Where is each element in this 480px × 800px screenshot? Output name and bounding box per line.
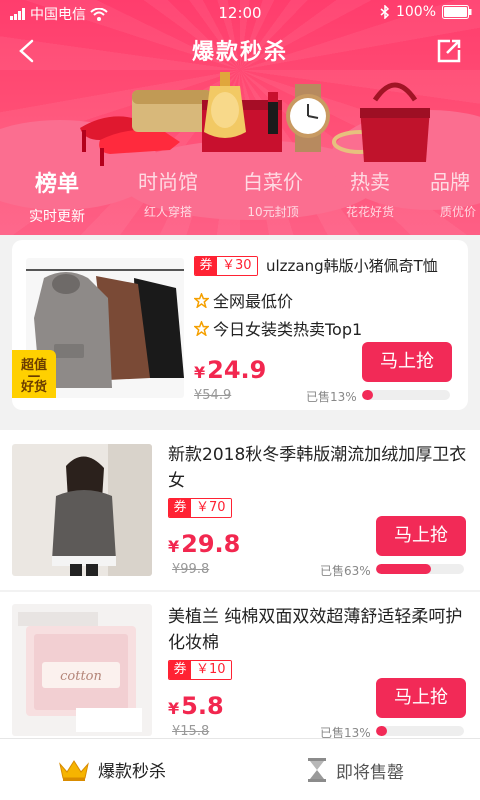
tab-ranking[interactable]: 榜单 实时更新	[12, 166, 102, 226]
currency-symbol: ¥	[168, 699, 180, 718]
bottom-tab-hot-deals[interactable]: 爆款秒杀	[58, 757, 166, 782]
tab-sub: 红人穿搭	[143, 205, 192, 219]
status-right: 100%	[380, 4, 472, 20]
coupon-tag: 券 ￥30	[194, 256, 258, 276]
coupon-value: ￥30	[217, 257, 257, 275]
share-button[interactable]	[436, 38, 462, 64]
lipstick-icon	[268, 92, 278, 134]
tab-sub: 质优价	[440, 205, 477, 219]
current-price: ¥24.9	[194, 356, 266, 384]
currency-symbol: ¥	[194, 363, 206, 382]
tab-label: 白菜价	[243, 170, 303, 194]
coupon-tag: 券 ￥10	[168, 660, 232, 680]
buy-now-button[interactable]: 马上抢	[376, 678, 466, 718]
share-icon	[437, 39, 461, 63]
sold-progress-bar	[376, 564, 464, 574]
bottom-tab-selling-out[interactable]: 即将售罄	[306, 757, 404, 783]
perfume-icon	[204, 72, 246, 138]
bottom-tab-bar: 爆款秒杀 即将售罄	[0, 738, 480, 800]
featured-product-card[interactable]: 超值 — 好货 券 ￥30 ulzzang韩版小猪佩奇T恤 全网最低价 今日女装…	[12, 240, 468, 410]
handbag-icon	[360, 82, 430, 162]
price-value: 24.9	[207, 356, 267, 384]
buy-now-button[interactable]: 马上抢	[362, 342, 452, 382]
original-price: ¥99.8	[172, 562, 210, 577]
page-title: 爆款秒杀	[191, 40, 288, 65]
tab-fashion[interactable]: 时尚馆 红人穿搭	[120, 166, 216, 220]
hoodie-model-photo	[12, 444, 152, 576]
tab-sub: 10元封顶	[247, 205, 299, 219]
battery-percent: 100%	[395, 4, 436, 20]
tab-sub: 实时更新	[29, 209, 85, 225]
feature-text: 全网最低价	[213, 292, 294, 311]
crown-icon	[59, 759, 89, 781]
cotton-label: cotton	[60, 669, 102, 684]
tab-label: 时尚馆	[138, 170, 198, 194]
coupon-label: 券	[169, 661, 191, 679]
feature-text: 今日女装类热卖Top1	[213, 320, 363, 339]
tab-label: 品牌	[430, 170, 470, 194]
cotton-pad-photo: cotton	[12, 604, 152, 736]
product-title: 美植兰 纯棉双面双效超薄舒适轻柔呵护化妆棉	[168, 607, 463, 653]
bluetooth-icon	[380, 5, 390, 19]
product-title: ulzzang韩版小猪佩奇T恤	[266, 257, 438, 275]
watch-icon	[286, 84, 330, 152]
star-icon	[194, 320, 209, 336]
gold-clutch-icon	[132, 90, 212, 132]
price-value: 29.8	[181, 530, 241, 558]
status-bar: 中国电信 12:00 100%	[0, 0, 480, 26]
tab-bargain[interactable]: 白菜价 10元封顶	[225, 166, 321, 220]
hourglass-icon	[308, 758, 326, 782]
current-price: ¥29.8	[168, 530, 240, 558]
coupon-label: 券	[195, 257, 217, 275]
coupon-label: 券	[169, 499, 191, 517]
category-tabs: 榜单 实时更新 时尚馆 红人穿搭 白菜价 10元封顶 热卖 花花好货 品牌 质优…	[0, 166, 480, 226]
value-badge: 超值 — 好货	[12, 350, 56, 398]
list-item[interactable]: 新款2018秋冬季韩版潮流加绒加厚卫衣女 券 ￥70 ¥29.8 ¥99.8 马…	[0, 430, 480, 590]
bottom-tab-label: 即将售罄	[336, 762, 404, 783]
list-item[interactable]: cotton 美植兰 纯棉双面双效超薄舒适轻柔呵护化妆棉 券 ￥10 ¥5.8 …	[0, 592, 480, 752]
sold-progress-fill	[376, 726, 388, 736]
banner-products-illustration	[80, 72, 430, 166]
tab-label: 热卖	[350, 170, 390, 194]
coupon-value: ￥10	[191, 661, 231, 679]
original-price: ¥54.9	[194, 388, 232, 403]
feature-line: 全网最低价	[194, 288, 293, 312]
buy-now-button[interactable]: 马上抢	[376, 516, 466, 556]
bottom-tab-label: 爆款秒杀	[98, 762, 166, 782]
product-image: cotton	[12, 604, 152, 736]
sold-percent: 已售13%	[306, 390, 357, 404]
tab-label: 榜单	[34, 172, 79, 197]
currency-symbol: ¥	[168, 537, 180, 556]
sold-progress-bar	[376, 726, 464, 736]
feature-line: 今日女装类热卖Top1	[194, 316, 362, 340]
tab-sub: 花花好货	[345, 205, 394, 219]
coupon-tag: 券 ￥70	[168, 498, 232, 518]
original-price: ¥15.8	[172, 724, 210, 739]
badge-line: 好货	[20, 380, 47, 395]
sold-percent: 已售63%	[320, 564, 371, 578]
star-icon	[194, 292, 209, 308]
tab-brand[interactable]: 品牌 质优价	[430, 166, 480, 220]
battery-icon	[442, 5, 472, 19]
coupon-value: ￥70	[191, 499, 231, 517]
tab-hot[interactable]: 热卖 花花好货	[330, 166, 410, 220]
sold-progress-bar	[362, 390, 450, 400]
product-title: 新款2018秋冬季韩版潮流加绒加厚卫衣女	[168, 445, 467, 491]
current-price: ¥5.8	[168, 692, 224, 720]
price-value: 5.8	[181, 692, 224, 720]
sold-progress-fill	[376, 564, 432, 574]
product-image	[12, 444, 152, 576]
sold-progress-fill	[362, 390, 374, 400]
